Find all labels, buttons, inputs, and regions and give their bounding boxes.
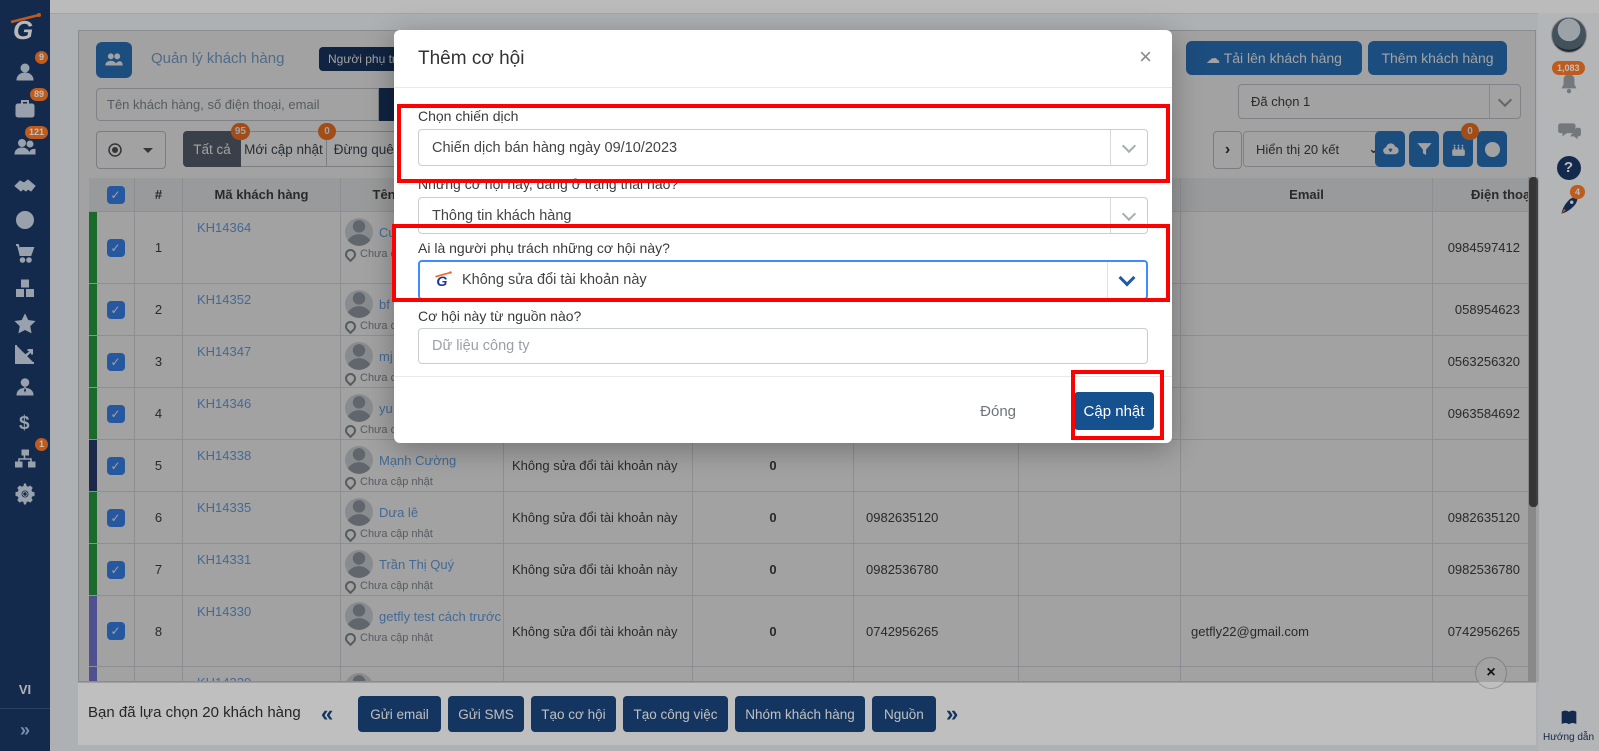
modal-close-icon[interactable]: × xyxy=(1139,46,1152,68)
source-input[interactable] xyxy=(418,328,1148,364)
close-modal-button[interactable]: Đóng xyxy=(974,402,1022,421)
divider xyxy=(394,87,1172,88)
status-value: Thông tin khách hàng xyxy=(432,208,571,224)
divider xyxy=(394,376,1172,377)
annotation-box-campaign xyxy=(397,104,1170,183)
modal-title: Thêm cơ hội xyxy=(418,48,524,70)
annotation-box-update xyxy=(1071,370,1164,440)
screen: G 9 89 121 $ 1 VI » 1,083 ? 4 Hướng dẫn … xyxy=(0,0,1599,751)
source-label: Cơ hội này từ nguồn nào? xyxy=(418,308,581,324)
annotation-box-assignee xyxy=(392,224,1170,302)
